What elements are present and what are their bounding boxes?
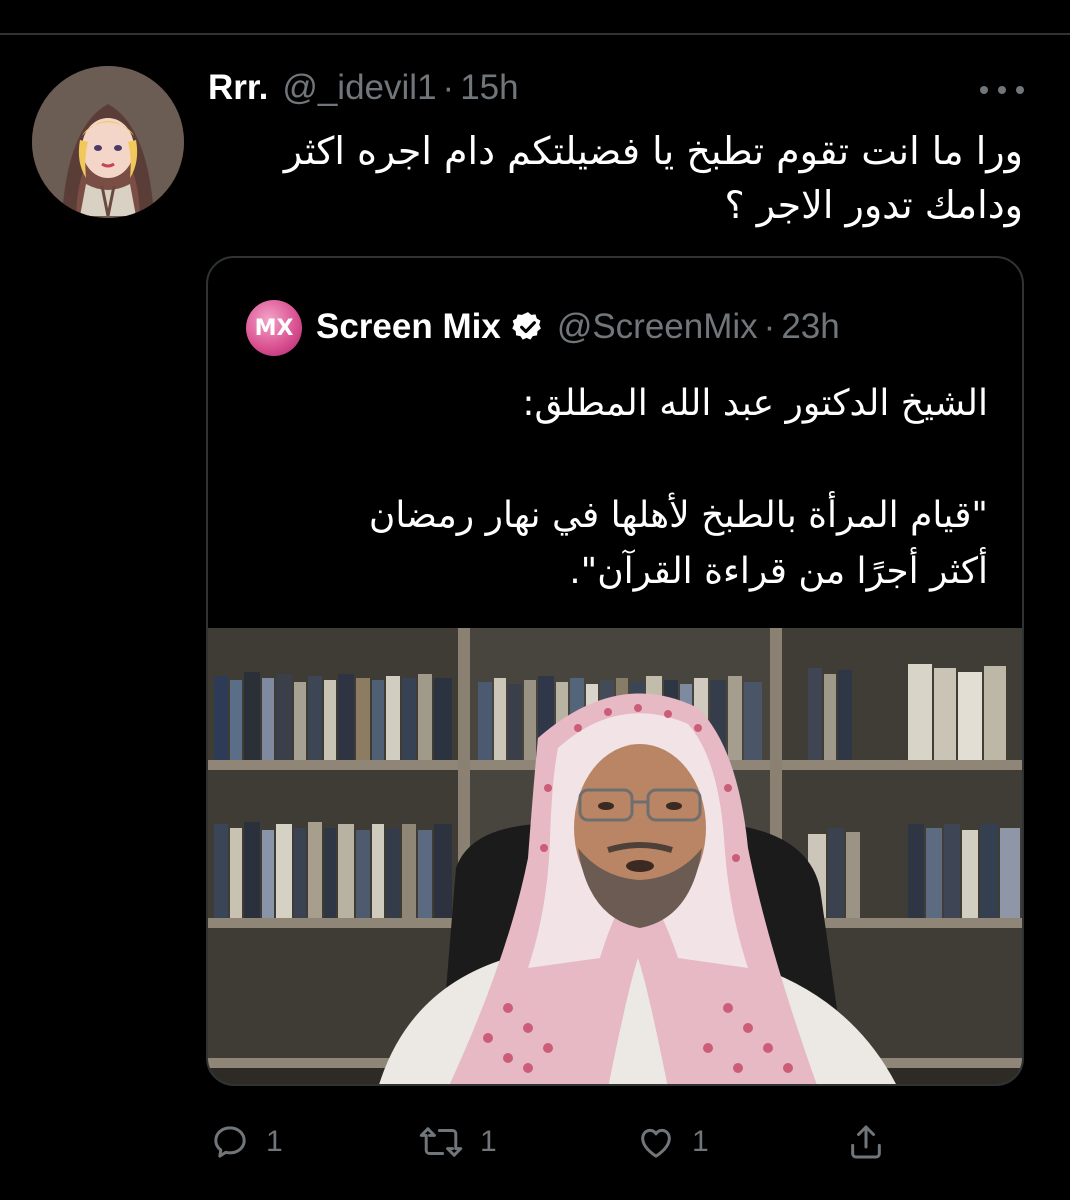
- retweet-count: 1: [480, 1125, 497, 1158]
- retweet-button[interactable]: 1: [418, 1112, 497, 1172]
- cartoon-avatar-icon: [32, 66, 184, 218]
- like-count: 1: [692, 1125, 709, 1158]
- tweet-header: Rrr. @_idevil1 · 15h: [208, 64, 519, 112]
- more-dot: [980, 86, 988, 94]
- quote-display-name[interactable]: Screen Mix: [316, 307, 501, 347]
- timestamp[interactable]: 15h: [460, 68, 518, 108]
- quote-timestamp[interactable]: 23h: [781, 307, 839, 347]
- top-divider: [0, 33, 1070, 35]
- quote-avatar-label: MX: [254, 315, 294, 341]
- quote-avatar[interactable]: MX: [246, 300, 302, 356]
- separator-dot: ·: [442, 68, 455, 107]
- retweet-icon: [419, 1127, 463, 1157]
- quote-user-handle[interactable]: @ScreenMix: [557, 307, 758, 347]
- share-button[interactable]: [846, 1112, 886, 1172]
- quote-text-line: الشيخ الدكتور عبد الله المطلق:: [522, 383, 988, 424]
- quote-text-line: أكثر أجرًا من قراءة القرآن".: [569, 551, 988, 592]
- sheikh-photo-icon: [208, 628, 1022, 1084]
- avatar[interactable]: [32, 66, 184, 218]
- quote-header: Screen Mix @ScreenMix · 23h: [316, 302, 840, 352]
- like-button[interactable]: 1: [636, 1112, 709, 1172]
- tweet-text-line: ودامك تدور الاجر ؟: [724, 183, 1023, 227]
- heart-icon: [641, 1128, 671, 1158]
- more-dot: [1016, 86, 1024, 94]
- action-bar: 1 1 1: [0, 1112, 1070, 1172]
- quoted-tweet-card[interactable]: MX Screen Mix @ScreenMix · 23h الشيخ الد…: [206, 256, 1024, 1086]
- quote-image[interactable]: [208, 628, 1022, 1084]
- user-handle[interactable]: @_idevil1: [282, 68, 436, 108]
- reply-icon: [214, 1126, 246, 1158]
- quote-text-line: "قيام المرأة بالطبخ لأهلها في نهار رمضان: [368, 495, 988, 536]
- quote-text: الشيخ الدكتور عبد الله المطلق: "قيام الم…: [238, 376, 988, 600]
- more-horizontal-icon[interactable]: [980, 70, 1024, 110]
- quote-text-line: [238, 432, 988, 488]
- reply-button[interactable]: 1: [210, 1112, 283, 1172]
- tweet-text-line: ورا ما انت تقوم تطبخ يا فضيلتكم دام اجره…: [283, 129, 1023, 173]
- more-dot: [998, 86, 1006, 94]
- tweet-text: ورا ما انت تقوم تطبخ يا فضيلتكم دام اجره…: [208, 124, 1023, 232]
- verified-badge-icon: [512, 312, 541, 340]
- reply-count: 1: [266, 1125, 283, 1158]
- share-icon: [851, 1125, 881, 1159]
- display-name[interactable]: Rrr.: [208, 68, 268, 108]
- separator-dot: ·: [763, 307, 776, 346]
